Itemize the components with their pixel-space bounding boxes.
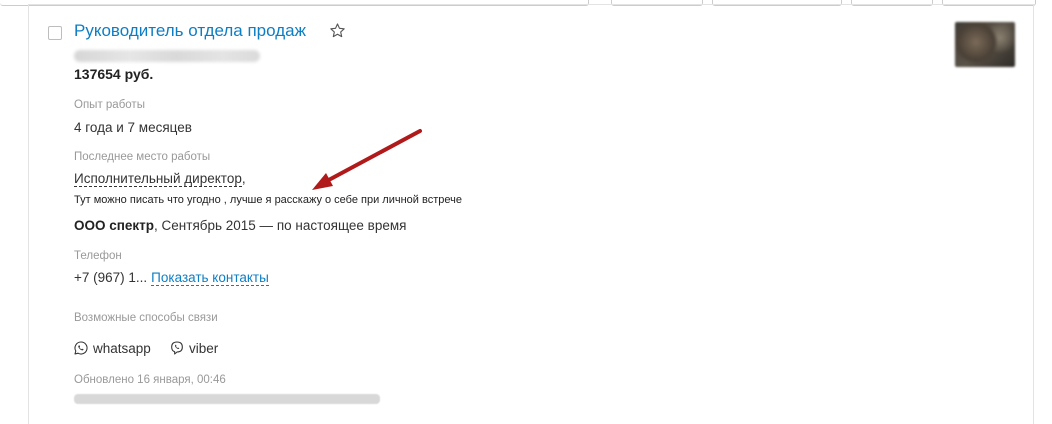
viber-icon (171, 341, 183, 355)
updated-timestamp: Обновлено 16 января, 00:46 (74, 374, 226, 386)
contact-methods-label: Возможные способы связи (74, 312, 218, 324)
whatsapp-icon (74, 341, 88, 355)
contact-whatsapp: whatsapp (73, 340, 151, 356)
phone-row: +7 (967) 1... Показать контакты (74, 270, 269, 286)
position-title[interactable]: Исполнительный директор (74, 171, 242, 187)
star-icon[interactable] (329, 22, 346, 39)
company-name: ООО спектр (74, 218, 155, 233)
show-contacts-link[interactable]: Показать контакты (151, 270, 269, 286)
viber-label: viber (189, 340, 219, 356)
resume-card (28, 4, 1034, 424)
position-row: Исполнительный директор, (74, 171, 246, 187)
company-period: , Сентябрь 2015 — по настоящее время (154, 218, 407, 233)
salary: 137654 руб. (74, 66, 154, 82)
candidate-name-blurred (74, 50, 260, 62)
experience-label: Опыт работы (74, 99, 145, 111)
contact-viber: viber (169, 340, 218, 356)
company-row: ООО спектр, Сентябрь 2015 — по настоящее… (74, 218, 406, 233)
candidate-photo[interactable] (955, 22, 1015, 67)
experience-value: 4 года и 7 месяцев (74, 120, 192, 135)
last-job-label: Последнее место работы (74, 151, 211, 163)
resume-title-link[interactable]: Руководитель отдела продаж (74, 21, 306, 41)
whatsapp-label: whatsapp (93, 340, 151, 356)
position-suffix: , (241, 171, 246, 186)
phone-label: Телефон (74, 250, 122, 262)
phone-value: +7 (967) 1... (74, 270, 148, 285)
select-checkbox[interactable] (48, 26, 62, 40)
annotation-arrow (312, 129, 422, 190)
